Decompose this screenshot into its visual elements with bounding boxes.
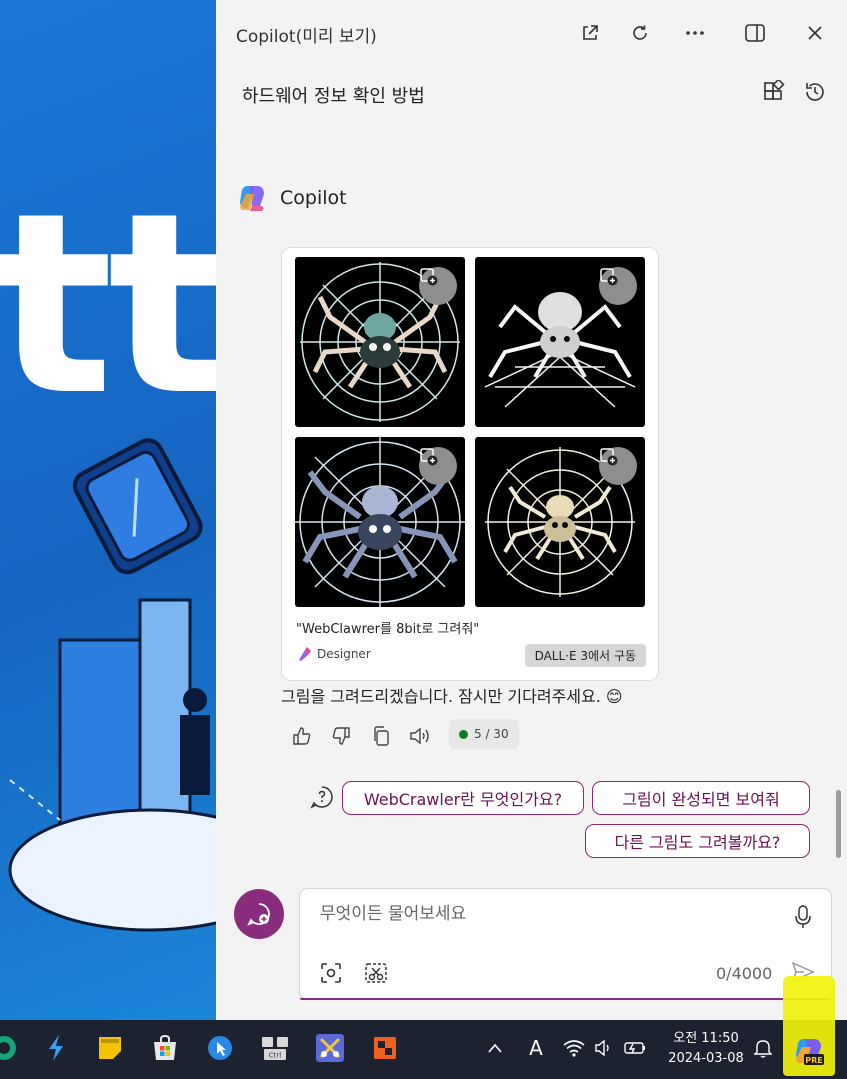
- conversation-title: 하드웨어 정보 확인 방법: [242, 86, 425, 107]
- snipping-tool-icon[interactable]: [314, 1032, 346, 1064]
- clock-time: 오전 11:50: [673, 1031, 739, 1046]
- microsoft-store-icon[interactable]: [149, 1032, 181, 1064]
- add-image-icon[interactable]: [599, 447, 637, 485]
- screenshot-snip-icon[interactable]: [363, 960, 389, 986]
- window-title: Copilot(미리 보기): [236, 27, 377, 47]
- wifi-icon[interactable]: [562, 1036, 586, 1060]
- app-icon-orange[interactable]: [369, 1032, 401, 1064]
- generated-image-3[interactable]: [295, 437, 465, 607]
- chevron-up-icon[interactable]: [483, 1036, 507, 1060]
- microphone-icon[interactable]: [790, 904, 816, 930]
- add-image-icon[interactable]: [419, 447, 457, 485]
- refresh-icon[interactable]: [627, 20, 653, 46]
- char-counter: 0/4000: [716, 964, 773, 983]
- suggestion-chip[interactable]: WebCrawler란 무엇인가요?: [342, 781, 584, 815]
- copilot-logo-icon: [240, 185, 264, 211]
- keyboard-shortcut-icon[interactable]: Ctrl: [259, 1032, 291, 1064]
- plugins-icon[interactable]: [762, 78, 788, 106]
- chat-input[interactable]: [318, 903, 782, 925]
- designer-link[interactable]: Designer: [296, 646, 371, 662]
- add-image-icon[interactable]: [599, 267, 637, 305]
- generated-image-2[interactable]: [475, 257, 645, 427]
- notification-bell-icon[interactable]: [751, 1036, 775, 1060]
- dalle-badge: DALL·E 3에서 구동: [524, 644, 646, 667]
- more-options-icon[interactable]: [682, 20, 708, 46]
- copy-icon[interactable]: [367, 722, 395, 750]
- close-icon[interactable]: [802, 20, 828, 46]
- history-icon[interactable]: [803, 80, 829, 106]
- mouse-tool-icon[interactable]: [204, 1032, 236, 1064]
- desktop-wallpaper: tt: [0, 0, 216, 1020]
- input-indicator[interactable]: A: [524, 1036, 548, 1060]
- volume-icon[interactable]: [592, 1036, 616, 1060]
- thumbs-down-icon[interactable]: [327, 722, 355, 750]
- assistant-message: 그림을 그려드리겠습니다. 잠시만 기다려주세요. 😊: [281, 687, 623, 706]
- pre-badge: PRE: [805, 1056, 823, 1065]
- turn-counter-text: 5 / 30: [474, 727, 509, 741]
- designer-label: Designer: [317, 647, 371, 661]
- copilot-taskbar-icon[interactable]: PRE: [792, 1034, 826, 1068]
- composer-focus-underline: [300, 998, 831, 1000]
- new-topic-button[interactable]: [234, 889, 284, 939]
- status-dot-icon: [459, 729, 468, 739]
- turn-counter: 5 / 30: [449, 719, 519, 749]
- add-image-icon[interactable]: [419, 267, 457, 305]
- title-bar: Copilot(미리 보기): [216, 0, 847, 64]
- svg-text:Ctrl: Ctrl: [269, 1052, 282, 1060]
- suggestion-chip[interactable]: 다른 그림도 그려볼까요?: [585, 824, 810, 858]
- generated-image-1[interactable]: [295, 257, 465, 427]
- scrollbar[interactable]: [836, 790, 841, 858]
- image-prompt: "WebClawrer를 8bit로 그려줘": [296, 622, 480, 637]
- clock-date: 2024-03-08: [668, 1051, 744, 1066]
- new-chat-icon: [247, 903, 270, 926]
- thumbs-up-icon[interactable]: [288, 722, 316, 750]
- system-clock[interactable]: 오전 11:50 2024-03-08: [666, 1029, 746, 1069]
- read-aloud-icon[interactable]: [407, 722, 435, 750]
- help-icon[interactable]: [310, 785, 334, 809]
- assistant-name: Copilot: [280, 187, 347, 209]
- open-in-new-icon[interactable]: [577, 20, 603, 46]
- generated-image-4[interactable]: [475, 437, 645, 607]
- edge-browser-icon[interactable]: [0, 1032, 20, 1064]
- suggestion-chip[interactable]: 그림이 완성되면 보여줘: [592, 781, 810, 815]
- assistant-header: Copilot: [236, 182, 347, 214]
- wallpaper-illustration: [8, 438, 216, 932]
- copilot-panel: Copilot(미리 보기) 하드웨어 정보 확인 방법 Copilot "We…: [216, 0, 847, 1020]
- designer-icon: [299, 647, 311, 661]
- visual-studio-icon[interactable]: [40, 1032, 72, 1064]
- sticky-notes-icon[interactable]: [94, 1032, 126, 1064]
- battery-icon[interactable]: [623, 1036, 647, 1060]
- image-result-card: "WebClawrer를 8bit로 그려줘" Designer DALL·E …: [281, 247, 659, 681]
- chat-composer: 0/4000: [299, 888, 832, 1000]
- side-panel-icon[interactable]: [742, 20, 768, 46]
- visual-search-icon[interactable]: [318, 960, 344, 986]
